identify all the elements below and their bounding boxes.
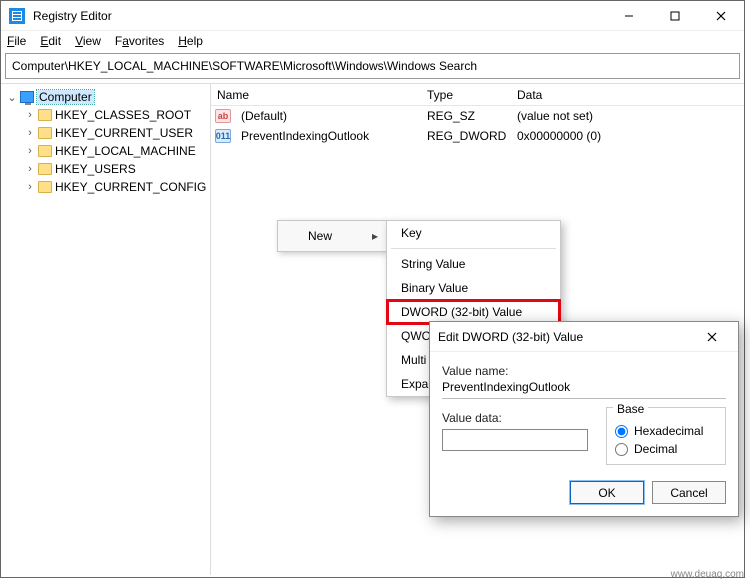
submenu-item-string[interactable]: String Value — [387, 252, 560, 276]
close-icon — [716, 11, 726, 21]
tree-item-hklm[interactable]: › HKEY_LOCAL_MACHINE — [3, 142, 208, 160]
tree-item-label: HKEY_CURRENT_USER — [55, 126, 193, 140]
folder-icon — [38, 127, 52, 139]
cell-data: 0x00000000 (0) — [511, 129, 744, 143]
titlebar: Registry Editor — [1, 1, 744, 31]
tree-root-label: Computer — [37, 90, 94, 104]
watermark: www.deuaq.com — [671, 569, 744, 580]
tree-item-label: HKEY_USERS — [55, 162, 136, 176]
minimize-icon — [624, 11, 634, 21]
string-value-icon: ab — [215, 109, 231, 123]
base-label: Base — [613, 402, 648, 416]
list-header: Name Type Data — [211, 84, 744, 106]
table-row[interactable]: 011 PreventIndexingOutlook REG_DWORD 0x0… — [211, 126, 744, 146]
menu-file[interactable]: FFileile — [7, 34, 26, 48]
computer-icon — [20, 91, 34, 103]
tree-item-hku[interactable]: › HKEY_USERS — [3, 160, 208, 178]
menu-edit[interactable]: Edit — [40, 34, 61, 48]
tree-root-computer[interactable]: ⌄ Computer — [3, 88, 208, 106]
ok-button[interactable]: OK — [570, 481, 644, 504]
tree-item-label: HKEY_CURRENT_CONFIG — [55, 180, 206, 194]
chevron-right-icon[interactable]: › — [25, 127, 35, 139]
tree-item-hkcu[interactable]: › HKEY_CURRENT_USER — [3, 124, 208, 142]
edit-dword-dialog: Edit DWORD (32-bit) Value Value name: Pr… — [429, 321, 739, 517]
context-menu-new[interactable]: New ▸ — [277, 220, 387, 252]
chevron-right-icon[interactable]: › — [25, 163, 35, 175]
submenu-item-key[interactable]: Key — [387, 221, 560, 245]
valuedata-input[interactable] — [442, 429, 588, 451]
maximize-button[interactable] — [652, 1, 698, 31]
valuename-field: PreventIndexingOutlook — [442, 378, 726, 399]
menubar: FFileile Edit View Favorites Help — [1, 31, 744, 51]
menu-view[interactable]: View — [75, 34, 101, 48]
dialog-titlebar: Edit DWORD (32-bit) Value — [430, 322, 738, 352]
close-icon — [707, 332, 717, 342]
tree-panel: ⌄ Computer › HKEY_CLASSES_ROOT › HKEY_CU… — [1, 84, 211, 575]
folder-icon — [38, 145, 52, 157]
cancel-button[interactable]: Cancel — [652, 481, 726, 504]
chevron-right-icon[interactable]: › — [25, 109, 35, 121]
chevron-down-icon[interactable]: ⌄ — [7, 91, 17, 104]
table-row[interactable]: ab (Default) REG_SZ (value not set) — [211, 106, 744, 126]
tree-item-hkcr[interactable]: › HKEY_CLASSES_ROOT — [3, 106, 208, 124]
col-header-data[interactable]: Data — [511, 88, 744, 102]
col-header-name[interactable]: Name — [211, 88, 421, 102]
dialog-body: Value name: PreventIndexingOutlook Value… — [430, 352, 738, 471]
menu-favorites[interactable]: Favorites — [115, 34, 164, 48]
radio-hex[interactable] — [615, 425, 628, 438]
regedit-window: Registry Editor FFileile Edit View Favor… — [0, 0, 745, 578]
base-group: Base Hexadecimal Decimal — [606, 407, 726, 465]
radio-dec-label: Decimal — [634, 442, 677, 456]
radio-dec[interactable] — [615, 443, 628, 456]
context-menu-new-label: New — [308, 229, 332, 243]
window-controls — [606, 1, 744, 31]
radio-hex-label: Hexadecimal — [634, 424, 703, 438]
col-header-type[interactable]: Type — [421, 88, 511, 102]
dialog-close-button[interactable] — [694, 325, 730, 349]
menu-separator — [391, 248, 556, 249]
cell-type: REG_DWORD — [421, 129, 511, 143]
cell-type: REG_SZ — [421, 109, 511, 123]
menu-help[interactable]: Help — [178, 34, 203, 48]
cell-name: PreventIndexingOutlook — [235, 129, 421, 143]
submenu-item-binary[interactable]: Binary Value — [387, 276, 560, 300]
window-title: Registry Editor — [33, 9, 112, 23]
tree-item-label: HKEY_CLASSES_ROOT — [55, 108, 191, 122]
chevron-right-icon[interactable]: › — [25, 181, 35, 193]
minimize-button[interactable] — [606, 1, 652, 31]
folder-icon — [38, 109, 52, 121]
maximize-icon — [670, 11, 680, 21]
folder-icon — [38, 181, 52, 193]
chevron-right-icon[interactable]: › — [25, 145, 35, 157]
folder-icon — [38, 163, 52, 175]
valuename-label: Value name: — [442, 364, 726, 378]
close-button[interactable] — [698, 1, 744, 31]
dialog-title: Edit DWORD (32-bit) Value — [438, 330, 583, 344]
valuedata-label: Value data: — [442, 411, 588, 425]
dialog-buttons: OK Cancel — [430, 471, 738, 516]
dword-value-icon: 011 — [215, 129, 231, 143]
chevron-right-icon: ▸ — [372, 229, 378, 243]
cell-data: (value not set) — [511, 109, 744, 123]
cell-name: (Default) — [235, 109, 421, 123]
tree-item-label: HKEY_LOCAL_MACHINE — [55, 144, 196, 158]
tree-item-hkcc[interactable]: › HKEY_CURRENT_CONFIG — [3, 178, 208, 196]
regedit-app-icon — [9, 8, 25, 24]
address-text: Computer\HKEY_LOCAL_MACHINE\SOFTWARE\Mic… — [12, 59, 477, 73]
address-bar[interactable]: Computer\HKEY_LOCAL_MACHINE\SOFTWARE\Mic… — [5, 53, 740, 79]
